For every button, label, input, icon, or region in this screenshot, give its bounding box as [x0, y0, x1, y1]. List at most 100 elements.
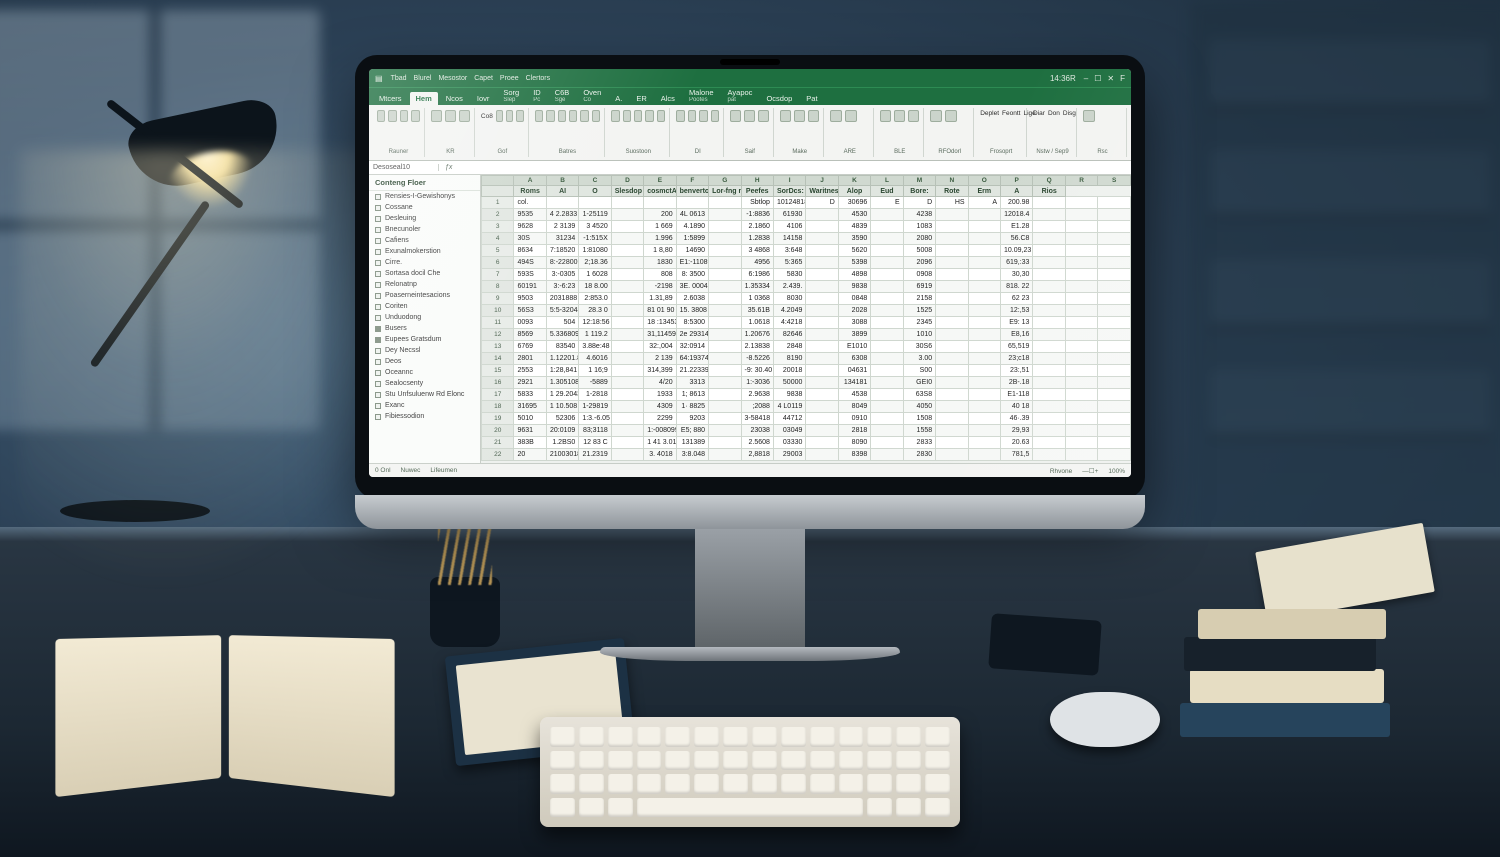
cell[interactable]: 4839 [838, 221, 870, 233]
cell[interactable] [709, 341, 741, 353]
cell[interactable] [709, 449, 741, 461]
cell[interactable] [611, 281, 643, 293]
cell[interactable] [871, 425, 903, 437]
cell[interactable] [806, 317, 838, 329]
cell[interactable]: 15. 3808 [676, 305, 708, 317]
ribbon-button[interactable] [945, 110, 957, 122]
cell[interactable] [1065, 389, 1097, 401]
row-number[interactable]: 9 [482, 293, 514, 305]
cell[interactable] [968, 449, 1000, 461]
cell[interactable] [611, 197, 643, 209]
ribbon-tab[interactable]: Mtcers [373, 92, 408, 105]
cell[interactable]: 8: 3500 [676, 269, 708, 281]
cell[interactable] [871, 449, 903, 461]
cell[interactable]: 4309 [644, 401, 676, 413]
status-item[interactable]: Rhvone [1050, 468, 1072, 475]
cell[interactable]: 8:-22800 [546, 257, 578, 269]
cell[interactable]: 3:-0305 [546, 269, 578, 281]
cell[interactable] [1065, 401, 1097, 413]
cell[interactable] [936, 281, 968, 293]
window-button[interactable]: ✕ [1107, 74, 1114, 83]
cell[interactable]: -9: 30.40 [741, 365, 773, 377]
ribbon-tab[interactable]: Iovr [471, 92, 496, 105]
cell[interactable]: 1.35334 [741, 281, 773, 293]
table-row[interactable]: 295354 2.28331-251192004L 0613-1:8836619… [482, 209, 1131, 221]
cell[interactable] [806, 209, 838, 221]
cell[interactable]: 21003018 [546, 449, 578, 461]
cell[interactable]: 2921 [514, 377, 546, 389]
cell[interactable] [871, 317, 903, 329]
cell[interactable]: 32:0914 [676, 341, 708, 353]
cell[interactable]: 2,8818 [741, 449, 773, 461]
cell[interactable] [1065, 341, 1097, 353]
cell[interactable]: 8030 [773, 293, 805, 305]
cell[interactable] [1065, 233, 1097, 245]
cell[interactable]: 2830 [903, 449, 935, 461]
cell[interactable] [936, 389, 968, 401]
cell[interactable]: 3 4868 [741, 245, 773, 257]
cell[interactable]: 2031888 [546, 293, 578, 305]
cell[interactable] [611, 377, 643, 389]
row-number[interactable]: 22 [482, 449, 514, 461]
cell[interactable] [1033, 209, 1065, 221]
sidebar-item[interactable]: Exunalmokerstion [369, 246, 480, 257]
cell[interactable]: 4:4218 [773, 317, 805, 329]
sidebar-item[interactable]: Cafiens [369, 235, 480, 246]
ribbon-button[interactable] [506, 110, 513, 122]
ribbon-tab[interactable]: A. [609, 92, 628, 105]
menu-item[interactable]: Capet [474, 75, 493, 82]
table-row[interactable]: 1525531:28,8411 16;9314,39921.22339-9: 3… [482, 365, 1131, 377]
cell[interactable] [1065, 329, 1097, 341]
cell[interactable]: 2553 [514, 365, 546, 377]
cell[interactable] [611, 449, 643, 461]
cell[interactable]: 818. 22 [1001, 281, 1033, 293]
column-letter[interactable]: E [644, 176, 676, 186]
checkbox-icon[interactable] [375, 238, 381, 244]
cell[interactable]: 20:0109 [546, 425, 578, 437]
checkbox-icon[interactable] [375, 205, 381, 211]
cell[interactable]: 83540 [546, 341, 578, 353]
cell[interactable]: 14158 [773, 233, 805, 245]
cell[interactable]: 2B-.18 [1001, 377, 1033, 389]
cell[interactable]: 4.1890 [676, 221, 708, 233]
cell[interactable] [968, 437, 1000, 449]
cell[interactable] [936, 293, 968, 305]
row-number[interactable]: 2 [482, 209, 514, 221]
row-number[interactable]: 14 [482, 353, 514, 365]
cell[interactable]: 20018 [773, 365, 805, 377]
cell[interactable] [871, 209, 903, 221]
cell[interactable] [1098, 449, 1131, 461]
cell[interactable] [1065, 257, 1097, 269]
ribbon-tab[interactable]: ER [630, 92, 652, 105]
cell[interactable]: 8049 [838, 401, 870, 413]
table-row[interactable]: 136769835403.88e:4832:,00432:09142.13838… [482, 341, 1131, 353]
cell[interactable] [1065, 437, 1097, 449]
ribbon-button[interactable] [592, 110, 600, 122]
cell[interactable]: 28.3 0 [579, 305, 611, 317]
cell[interactable]: 2 3139 [546, 221, 578, 233]
cell[interactable] [709, 305, 741, 317]
cell[interactable]: 32:,004 [644, 341, 676, 353]
cell[interactable]: A [968, 197, 1000, 209]
column-letter[interactable]: K [838, 176, 870, 186]
cell[interactable] [1065, 425, 1097, 437]
sidebar-item[interactable]: Bnecunoler [369, 224, 480, 235]
cell[interactable]: 4956 [741, 257, 773, 269]
cell[interactable] [968, 257, 1000, 269]
cell[interactable] [611, 317, 643, 329]
cell[interactable]: 2.13838 [741, 341, 773, 353]
cell[interactable]: GEI0 [903, 377, 935, 389]
cell[interactable]: 12 83 C [579, 437, 611, 449]
menu-item[interactable]: Mesostor [438, 75, 467, 82]
cell[interactable]: 23038 [741, 425, 773, 437]
status-item[interactable]: —☐+ [1082, 468, 1098, 475]
table-row[interactable]: 8601913:-6:2318 8.00-21983E. 00041.35334… [482, 281, 1131, 293]
sidebar-item[interactable]: Busers [369, 323, 480, 334]
ribbon-button[interactable] [676, 110, 684, 122]
checkbox-icon[interactable] [375, 359, 381, 365]
column-letter[interactable]: A [514, 176, 546, 186]
row-number[interactable]: 16 [482, 377, 514, 389]
cell[interactable]: 4L 0613 [676, 209, 708, 221]
cell[interactable] [1065, 377, 1097, 389]
cell[interactable]: 1 29.2043 [546, 389, 578, 401]
